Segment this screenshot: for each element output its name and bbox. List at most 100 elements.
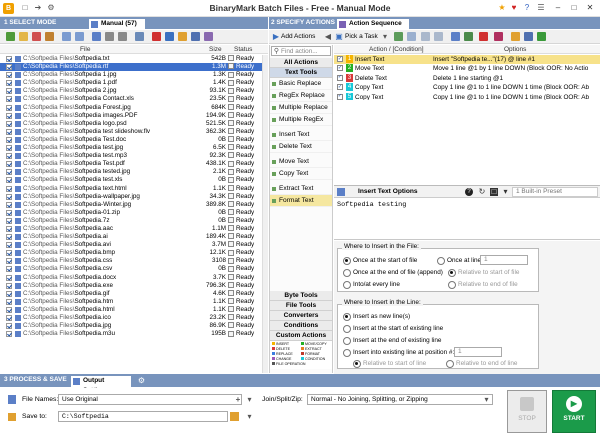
sequence-row[interactable]: ✓ 2 Move Text Move 1 line @1 by 1 line DOWN… [334, 64, 600, 73]
dropdown-icon[interactable]: ▾ [502, 188, 509, 196]
file-row[interactable]: C:\Softpedia Files\Softpedia 1.pdf 1.4K Re… [0, 79, 268, 87]
file-row[interactable]: C:\Softpedia Files\Softpedia tested.jpg 2… [0, 168, 268, 176]
sequence-checkbox[interactable]: ✓ [337, 74, 343, 81]
help-icon[interactable]: ? [522, 3, 532, 13]
file-row[interactable]: C:\Softpedia Files\Softpedia-01.zip 0B Rea… [0, 209, 268, 217]
action-item[interactable]: Multiple RegEx [270, 114, 332, 126]
radio-line-start[interactable]: Insert at the start of existing line [343, 325, 443, 333]
preset-dropdown[interactable]: 1 Built-in Preset [512, 187, 598, 197]
file-checkbox[interactable] [6, 128, 12, 135]
chevron-down-icon[interactable]: ▾ [381, 33, 389, 41]
size-column-header[interactable]: Size [209, 46, 222, 53]
radio-start-of-file[interactable]: Once at the start of file [343, 257, 417, 265]
file-checkbox[interactable] [6, 72, 12, 79]
action-item[interactable]: Format Text [270, 195, 332, 207]
file-checkbox[interactable] [6, 136, 12, 143]
file-row[interactable]: C:\Softpedia Files\Softpedia test.jpg 6.5… [0, 144, 268, 152]
menu-icon[interactable]: ☰ [536, 3, 546, 13]
edit-action-icon[interactable] [464, 32, 473, 41]
file-checkbox[interactable] [6, 234, 12, 241]
action-item[interactable]: Copy Text [270, 168, 332, 180]
pick-task-button[interactable]: Pick a Task [345, 33, 378, 40]
radio-relative-start-file[interactable]: Relative to start of file [448, 269, 519, 277]
action-item[interactable]: Delete Text [270, 141, 332, 153]
file-checkbox[interactable] [6, 250, 12, 257]
action-item[interactable]: Extract Text [270, 183, 332, 195]
file-row[interactable]: C:\Softpedia Files\Softpedia text.html 1.… [0, 185, 268, 193]
file-row[interactable]: C:\Softpedia Files\Softpedia.txt 542B Read… [0, 55, 268, 63]
file-row[interactable]: C:\Softpedia Files\Softpedia test slides… [0, 128, 268, 136]
down-icon[interactable] [407, 32, 416, 41]
file-row[interactable]: C:\Softpedia Files\Softpedia 2.jpg 93.1K R… [0, 87, 268, 95]
file-checkbox[interactable] [6, 80, 12, 87]
up-icon[interactable] [394, 32, 403, 41]
file-checkbox[interactable] [6, 290, 12, 297]
view-icon[interactable] [135, 32, 144, 41]
file-column-header[interactable]: File [80, 46, 90, 53]
file-row[interactable]: C:\Softpedia Files\Softpedia.htm 1.1K Read… [0, 298, 268, 306]
sequence-row[interactable]: ✓ 3 Delete Text Delete 1 line starting @1 [334, 73, 600, 83]
file-row[interactable]: C:\Softpedia Files\Softpedia-Winter.jpg 3… [0, 201, 268, 209]
file-row[interactable]: C:\Softpedia Files\Softpedia.aac 1.1M Read… [0, 225, 268, 233]
file-row[interactable]: C:\Softpedia Files\Softpedia.ico 23.2K Rea… [0, 314, 268, 322]
file-row[interactable]: C:\Softpedia Files\Softpedia.rtf 1.3M Read… [0, 63, 268, 72]
file-checkbox[interactable] [6, 298, 12, 305]
file-row[interactable]: C:\Softpedia Files\Softpedia.avi 3.7M Read… [0, 241, 268, 249]
preview-icon[interactable] [165, 32, 174, 41]
output-settings-tab[interactable]: Output Settings [70, 375, 132, 394]
status-column-header[interactable]: Status [234, 46, 252, 53]
radio-at-position[interactable]: Insert into existing line at position #: [343, 349, 454, 357]
file-row[interactable]: C:\Softpedia Files\Softpedia.bmp 12.1K Rea… [0, 249, 268, 257]
file-checkbox[interactable] [6, 242, 12, 249]
reset-icon[interactable]: ↻ [478, 188, 486, 196]
star-icon[interactable]: ★ [497, 3, 507, 13]
action-item[interactable]: RegEx Replace [270, 90, 332, 102]
insert-text-area[interactable]: Softpedia testing [334, 199, 600, 240]
move-up-icon[interactable] [62, 32, 71, 41]
file-row[interactable]: C:\Softpedia Files\Softpedia.m3u 195B Read… [0, 330, 268, 338]
back-icon[interactable] [421, 32, 430, 41]
file-row[interactable]: C:\Softpedia Files\Softpedia Contact.xls… [0, 95, 268, 103]
file-row[interactable]: C:\Softpedia Files\Softpedia.html 1.1K Rea… [0, 306, 268, 314]
maximize-icon[interactable]: □ [568, 3, 580, 13]
file-checkbox[interactable] [6, 177, 12, 184]
file-checkbox[interactable] [6, 217, 12, 224]
move-down-icon[interactable] [75, 32, 84, 41]
sequence-checkbox[interactable]: ✓ [337, 65, 343, 72]
file-checkbox[interactable] [6, 306, 12, 313]
action-column-header[interactable]: Action / [Condition] [369, 46, 424, 53]
file-checkbox[interactable] [6, 315, 12, 321]
sort-icon[interactable] [118, 32, 127, 41]
filter-icon[interactable] [105, 32, 114, 41]
close-icon[interactable]: ✕ [584, 3, 596, 13]
radio-relative-end-file[interactable]: Relative to end of file [448, 281, 518, 289]
action-item[interactable]: Insert Text [270, 129, 332, 141]
file-checkbox[interactable] [6, 331, 12, 338]
minimize-icon[interactable]: – [552, 3, 564, 13]
position-input[interactable]: 1 [454, 347, 502, 357]
radio-relative-start-line[interactable]: Relative to start of line [353, 360, 426, 368]
file-names-dropdown[interactable]: Use Original [58, 394, 242, 405]
file-row[interactable]: C:\Softpedia Files\Softpedia logo.psd 521… [0, 120, 268, 128]
action-item[interactable]: Multiple Replace [270, 102, 332, 114]
sequence-row[interactable]: ✓ 4 Copy Text Copy 1 line @1 to 1 line DOWN… [334, 83, 600, 92]
category-text-tools[interactable]: Text Tools [270, 68, 332, 78]
file-row[interactable]: C:\Softpedia Files\Softpedia.gif 4.6K Read… [0, 290, 268, 298]
radio-end-of-file[interactable]: Once at the end of file (append) [343, 269, 443, 277]
radio-at-line[interactable]: Once at line: [437, 257, 483, 265]
file-row[interactable]: C:\Softpedia Files\Softpedia test.xls 0B R… [0, 176, 268, 184]
manual-tab[interactable]: Manual (57) [88, 18, 146, 29]
forward-icon[interactable] [434, 32, 443, 41]
save-to-input[interactable]: C:\Softpedia [58, 411, 228, 422]
file-checkbox[interactable] [6, 145, 12, 152]
add-folder-icon[interactable] [19, 32, 28, 41]
chevron-down-icon[interactable]: ▾ [246, 412, 253, 421]
radio-every-line[interactable]: Into/at every line [343, 281, 400, 289]
plus-icon[interactable]: + [234, 395, 242, 404]
action-item[interactable]: Move Text [270, 156, 332, 168]
options-column-header[interactable]: Options [504, 46, 526, 53]
file-row[interactable]: C:\Softpedia Files\Softpedia Test.doc 0B R… [0, 136, 268, 144]
line-number-input[interactable]: 1 [480, 255, 528, 265]
add-files-icon[interactable] [6, 32, 15, 41]
settings-icon[interactable]: ⚙ [137, 376, 146, 385]
